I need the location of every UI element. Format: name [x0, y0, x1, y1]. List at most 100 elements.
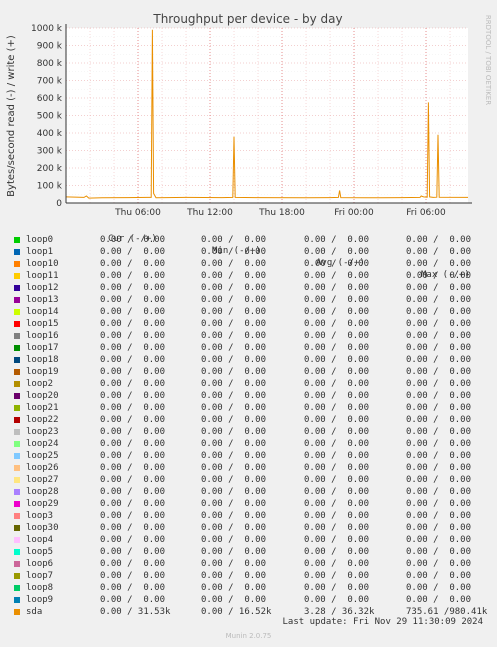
legend-avg: 0.00 / 0.00 — [304, 319, 370, 329]
legend-row: loop26 0.00 / 0.00 0.00 / 0.00 0.00 / 0.00 0… — [0, 462, 497, 474]
legend-max: 0.00 / 0.00 — [406, 511, 472, 521]
legend-min: 0.00 / 0.00 — [201, 379, 267, 389]
legend-max: 0.00 / 0.00 — [406, 439, 472, 449]
legend-name: loop27 — [26, 475, 59, 485]
legend-cur: 0.00 / 0.00 — [100, 487, 166, 497]
y-tick-label: 400 k — [37, 129, 63, 139]
legend-table: Cur (-/+) Min (-/+) Avg (-/+) Max (-/+) … — [0, 221, 497, 618]
legend-max: 0.00 / 0.00 — [406, 559, 472, 569]
legend-name: loop2 — [26, 379, 54, 389]
legend-min: 0.00 / 0.00 — [201, 295, 267, 305]
legend-row: loop16 0.00 / 0.00 0.00 / 0.00 0.00 / 0.00 0… — [0, 330, 497, 342]
legend-name: loop18 — [26, 355, 59, 365]
x-tick-label: Fri 06:00 — [406, 208, 446, 218]
legend-swatch — [14, 297, 20, 303]
legend-avg: 0.00 / 0.00 — [304, 403, 370, 413]
legend-cur: 0.00 / 0.00 — [100, 583, 166, 593]
legend-max: 0.00 / 0.00 — [406, 487, 472, 497]
legend-avg: 0.00 / 0.00 — [304, 247, 370, 257]
legend-swatch — [14, 273, 20, 279]
legend-min: 0.00 / 0.00 — [201, 307, 267, 317]
rrdtool-credit: RRDTOOL / TOBI OETIKER — [484, 15, 492, 105]
legend-row: loop17 0.00 / 0.00 0.00 / 0.00 0.00 / 0.00 0… — [0, 342, 497, 354]
x-tick-label: Thu 06:00 — [114, 208, 161, 218]
legend-min: 0.00 / 0.00 — [201, 427, 267, 437]
legend-max: 0.00 / 0.00 — [406, 583, 472, 593]
legend-max: 0.00 / 0.00 — [406, 295, 472, 305]
legend-avg: 0.00 / 0.00 — [304, 463, 370, 473]
legend-name: loop16 — [26, 331, 59, 341]
legend-swatch — [14, 237, 20, 243]
y-tick-label: 800 k — [37, 59, 63, 69]
legend-max: 0.00 / 0.00 — [406, 271, 472, 281]
legend-name: loop5 — [26, 547, 54, 557]
y-tick-label: 500 k — [37, 112, 63, 122]
legend-avg: 0.00 / 0.00 — [304, 487, 370, 497]
legend-swatch — [14, 249, 20, 255]
legend-name: loop15 — [26, 319, 59, 329]
legend-cur: 0.00 / 0.00 — [100, 307, 166, 317]
legend-row: loop27 0.00 / 0.00 0.00 / 0.00 0.00 / 0.00 0… — [0, 474, 497, 486]
legend-cur: 0.00 / 0.00 — [100, 343, 166, 353]
y-tick-label: 100 k — [37, 182, 63, 192]
legend-swatch — [14, 537, 20, 543]
legend-min: 0.00 / 0.00 — [201, 367, 267, 377]
legend-cur: 0.00 / 0.00 — [100, 595, 166, 605]
legend-swatch — [14, 585, 20, 591]
legend-avg: 0.00 / 0.00 — [304, 295, 370, 305]
legend-min: 0.00 / 0.00 — [201, 247, 267, 257]
legend-min: 0.00 / 0.00 — [201, 235, 267, 245]
legend-min: 0.00 / 0.00 — [201, 535, 267, 545]
legend-max: 0.00 / 0.00 — [406, 235, 472, 245]
legend-row: loop9 0.00 / 0.00 0.00 / 0.00 0.00 / 0.00 0.… — [0, 594, 497, 606]
legend-row: loop0 0.00 / 0.00 0.00 / 0.00 0.00 / 0.00 0.… — [0, 234, 497, 246]
legend-name: sda — [26, 607, 43, 617]
chart: 0 100 k 200 k 300 k 400 k 500 k 600 k 700 k 800 … — [0, 0, 497, 221]
legend-min: 0.00 / 0.00 — [201, 391, 267, 401]
legend-cur: 0.00 / 0.00 — [100, 499, 166, 509]
legend-swatch — [14, 393, 20, 399]
legend-avg: 0.00 / 0.00 — [304, 523, 370, 533]
legend-max: 0.00 / 0.00 — [406, 259, 472, 269]
legend-swatch — [14, 597, 20, 603]
legend-avg: 0.00 / 0.00 — [304, 511, 370, 521]
legend-swatch — [14, 441, 20, 447]
legend-cur: 0.00 / 0.00 — [100, 259, 166, 269]
legend-row: loop22 0.00 / 0.00 0.00 / 0.00 0.00 / 0.00 0… — [0, 414, 497, 426]
legend-cur: 0.00 / 0.00 — [100, 283, 166, 293]
legend-max: 0.00 / 0.00 — [406, 535, 472, 545]
legend-max: 0.00 / 0.00 — [406, 403, 472, 413]
legend-max: 0.00 / 0.00 — [406, 331, 472, 341]
legend-max: 0.00 / 0.00 — [406, 475, 472, 485]
legend-min: 0.00 / 0.00 — [201, 571, 267, 581]
legend-avg: 0.00 / 0.00 — [304, 259, 370, 269]
legend-name: loop0 — [26, 235, 54, 245]
legend-swatch — [14, 549, 20, 555]
legend-avg: 0.00 / 0.00 — [304, 379, 370, 389]
legend-swatch — [14, 465, 20, 471]
legend-min: 0.00 / 0.00 — [201, 547, 267, 557]
legend-min: 0.00 / 0.00 — [201, 523, 267, 533]
legend-row: loop23 0.00 / 0.00 0.00 / 0.00 0.00 / 0.00 0… — [0, 426, 497, 438]
legend-min: 0.00 / 0.00 — [201, 415, 267, 425]
legend-swatch — [14, 453, 20, 459]
legend-min: 0.00 / 0.00 — [201, 487, 267, 497]
legend-max: 0.00 / 0.00 — [406, 391, 472, 401]
legend-avg: 0.00 / 0.00 — [304, 499, 370, 509]
legend-row: loop11 0.00 / 0.00 0.00 / 0.00 0.00 / 0.00 0… — [0, 270, 497, 282]
legend-name: loop1 — [26, 247, 54, 257]
legend-name: loop30 — [26, 523, 59, 533]
x-tick-label: Thu 12:00 — [186, 208, 233, 218]
legend-avg: 0.00 / 0.00 — [304, 355, 370, 365]
legend-name: loop4 — [26, 535, 54, 545]
y-tick-label: 600 k — [37, 94, 63, 104]
legend-name: loop8 — [26, 583, 54, 593]
legend-cur: 0.00 / 0.00 — [100, 523, 166, 533]
legend-avg: 0.00 / 0.00 — [304, 367, 370, 377]
legend-name: loop26 — [26, 463, 59, 473]
legend-swatch — [14, 369, 20, 375]
legend-row: loop4 0.00 / 0.00 0.00 / 0.00 0.00 / 0.00 0.… — [0, 534, 497, 546]
legend-min: 0.00 / 0.00 — [201, 451, 267, 461]
legend-swatch — [14, 429, 20, 435]
legend-name: loop7 — [26, 571, 54, 581]
